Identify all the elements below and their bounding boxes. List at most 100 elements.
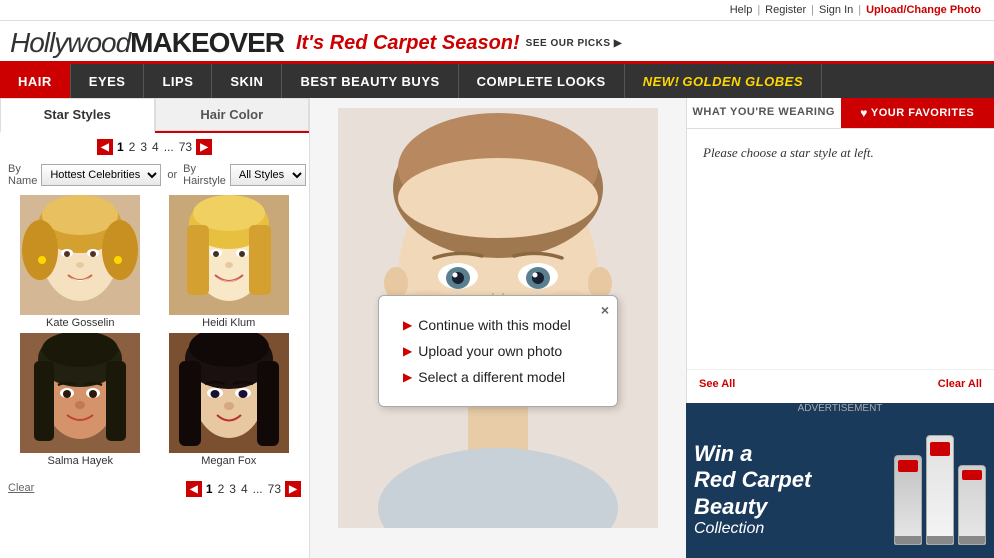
filter-or: or xyxy=(167,169,177,181)
page-ellipsis-bottom: ... xyxy=(253,482,263,496)
logo-tagline: It's Red Carpet Season! xyxy=(296,32,520,55)
popup-arrow-different: ▶ xyxy=(403,370,412,384)
product-2 xyxy=(926,435,954,545)
celeb-photo-salma xyxy=(20,333,140,453)
clear-link[interactable]: Clear xyxy=(8,482,34,494)
page-2-bottom[interactable]: 2 xyxy=(218,482,225,496)
page-1-bottom[interactable]: 1 xyxy=(206,482,213,496)
signin-link[interactable]: Sign In xyxy=(819,4,853,16)
popup-option-different[interactable]: ▶ Select a different model xyxy=(403,364,593,390)
celeb-item-megan[interactable]: Megan Fox xyxy=(157,333,302,467)
product-3-base xyxy=(959,536,985,544)
product-1-base xyxy=(895,536,921,544)
nav-complete-looks[interactable]: COMPLETE LOOKS xyxy=(459,64,625,98)
ad-products xyxy=(894,435,986,545)
celeb-svg-megan xyxy=(169,333,289,453)
popup-close-btn[interactable]: × xyxy=(601,302,609,318)
popup-arrow-upload: ▶ xyxy=(403,344,412,358)
next-page-btn-bottom[interactable]: ▶ xyxy=(285,481,301,497)
pagination-bottom: ◀ 1 2 3 4 ... 73 ▶ xyxy=(186,475,301,501)
page-2[interactable]: 2 xyxy=(129,140,136,154)
page-4[interactable]: 4 xyxy=(152,140,159,154)
page-73-bottom[interactable]: 73 xyxy=(268,482,281,496)
top-bar: Help | Register | Sign In | Upload/Chang… xyxy=(0,0,994,21)
empty-message: Please choose a star style at left. xyxy=(703,145,978,161)
celeb-name-heidi: Heidi Klum xyxy=(202,317,255,329)
product-2-base xyxy=(927,536,953,544)
heart-icon: ♥ xyxy=(860,106,868,120)
celeb-name-kate: Kate Gosselin xyxy=(46,317,114,329)
ad-label: ADVERTISEMENT xyxy=(686,403,994,417)
logo-hollywood: Hollywood xyxy=(10,27,130,59)
product-2-label xyxy=(930,442,950,456)
left-panel: Star Styles Hair Color ◀ 1 2 3 4 ... 73 … xyxy=(0,98,310,558)
ad-beauty: Beauty xyxy=(694,494,811,520)
sep2: | xyxy=(811,4,814,16)
page-1[interactable]: 1 xyxy=(117,140,124,154)
next-page-btn[interactable]: ▶ xyxy=(196,139,212,155)
sep3: | xyxy=(858,4,861,16)
upload-link[interactable]: Upload/Change Photo xyxy=(866,4,981,16)
page-3-bottom[interactable]: 3 xyxy=(229,482,236,496)
nav-eyes[interactable]: EYES xyxy=(71,64,145,98)
page-4-bottom[interactable]: 4 xyxy=(241,482,248,496)
celeb-grid: Kate Gosselin xyxy=(0,191,309,471)
filter-by-name-label: By Name xyxy=(8,163,37,187)
right-panel: WHAT YOU'RE WEARING ♥ YOUR FAVORITES Ple… xyxy=(686,98,994,558)
celeb-item-heidi[interactable]: Heidi Klum xyxy=(157,195,302,329)
celeb-name-megan: Megan Fox xyxy=(201,455,256,467)
logo-bar: Hollywood MAKEOVER It's Red Carpet Seaso… xyxy=(0,21,994,64)
tab-your-favorites[interactable]: ♥ YOUR FAVORITES xyxy=(841,98,994,128)
prev-page-btn[interactable]: ◀ xyxy=(97,139,113,155)
logo-arrow: ▶ xyxy=(614,38,622,49)
main-layout: Star Styles Hair Color ◀ 1 2 3 4 ... 73 … xyxy=(0,98,994,558)
nav-bar: HAIR EYES LIPS SKIN BEST BEAUTY BUYS COM… xyxy=(0,64,994,98)
nav-skin[interactable]: SKIN xyxy=(212,64,282,98)
nav-lips[interactable]: LIPS xyxy=(144,64,212,98)
page-ellipsis: ... xyxy=(164,140,174,154)
celeb-svg-heidi xyxy=(169,195,289,315)
page-73[interactable]: 73 xyxy=(179,140,192,154)
celeb-item-kate[interactable]: Kate Gosselin xyxy=(8,195,153,329)
new-badge: NEW! xyxy=(643,74,680,89)
product-3-label xyxy=(962,470,982,480)
clear-all-link[interactable]: Clear All xyxy=(938,378,982,390)
tab-what-wearing[interactable]: WHAT YOU'RE WEARING xyxy=(687,98,841,128)
tab-star-styles[interactable]: Star Styles xyxy=(0,98,155,133)
popup-option-upload[interactable]: ▶ Upload your own photo xyxy=(403,338,593,364)
popup-dialog: × ▶ Continue with this model ▶ Upload yo… xyxy=(378,295,618,407)
popup-arrow-continue: ▶ xyxy=(403,318,412,332)
celeb-svg-kate xyxy=(20,195,140,315)
nav-hair[interactable]: HAIR xyxy=(0,64,71,98)
ad-red-carpet: Red Carpet xyxy=(694,467,811,493)
filter-style-select[interactable]: All Styles Short Medium Long xyxy=(230,164,306,186)
celeb-item-salma[interactable]: Salma Hayek xyxy=(8,333,153,467)
nav-best-beauty-buys[interactable]: BEST BEAUTY BUYS xyxy=(282,64,458,98)
logo-makeover: MAKEOVER xyxy=(130,27,284,59)
center-panel: × ▶ Continue with this model ▶ Upload yo… xyxy=(310,98,686,558)
tab-bar: Star Styles Hair Color xyxy=(0,98,309,133)
nav-golden-globes-label: GOLDEN GLOBES xyxy=(682,74,803,89)
celeb-photo-megan xyxy=(169,333,289,453)
register-link[interactable]: Register xyxy=(765,4,806,16)
ad-area: ADVERTISEMENT Win a Red Carpet Beauty Co… xyxy=(686,403,994,558)
popup-option-continue[interactable]: ▶ Continue with this model xyxy=(403,312,593,338)
bottom-bar: Clear ◀ 1 2 3 4 ... 73 ▶ xyxy=(0,471,309,505)
celeb-name-salma: Salma Hayek xyxy=(48,455,113,467)
model-photo-area: × ▶ Continue with this model ▶ Upload yo… xyxy=(310,98,686,558)
help-link[interactable]: Help xyxy=(730,4,753,16)
page-3[interactable]: 3 xyxy=(140,140,147,154)
nav-golden-globes[interactable]: NEW! GOLDEN GLOBES xyxy=(625,64,822,98)
right-tabs: WHAT YOU'RE WEARING ♥ YOUR FAVORITES xyxy=(687,98,994,129)
filter-by-hairstyle-label: By Hairstyle xyxy=(183,163,226,187)
ad-content: Win a Red Carpet Beauty Collection xyxy=(686,417,994,558)
filter-name-select[interactable]: Hottest Celebrities A-Z Z-A xyxy=(41,164,161,186)
logo-see-picks[interactable]: SEE OUR PICKS ▶ xyxy=(526,38,622,49)
right-links-bar: See All Clear All xyxy=(687,369,994,398)
see-all-link[interactable]: See All xyxy=(699,378,735,390)
tab-hair-color[interactable]: Hair Color xyxy=(155,98,310,131)
celeb-svg-salma xyxy=(20,333,140,453)
product-1 xyxy=(894,455,922,545)
product-3 xyxy=(958,465,986,545)
prev-page-btn-bottom[interactable]: ◀ xyxy=(186,481,202,497)
